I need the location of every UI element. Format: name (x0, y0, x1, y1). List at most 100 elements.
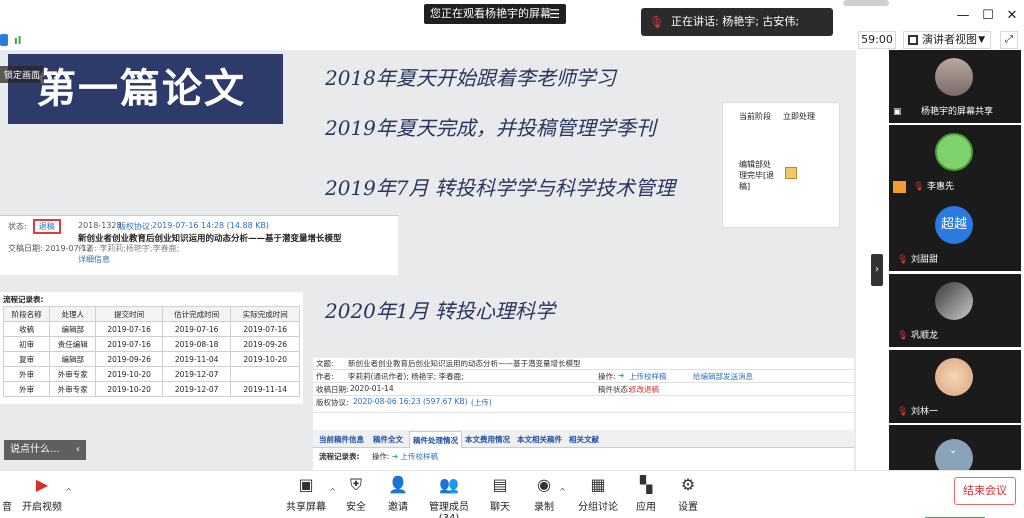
shared-screen[interactable]: 第一篇论文 锁定画面 2018年夏天开始跟着李老师学习 2019年夏天完成，并投… (0, 50, 856, 470)
headline-4: 2020年1月 转投心理科学 (325, 299, 555, 323)
participant-tile[interactable]: 超越 🎙 刘甜甜 (889, 198, 1021, 271)
avatar (935, 58, 973, 96)
apps-button[interactable]: ▚ 应用 (634, 475, 658, 513)
accept-label: 版权协议: (118, 222, 153, 231)
menu-icon[interactable]: ☰ (549, 4, 560, 24)
share-banner[interactable]: 您正在观看杨艳宇的屏幕 ☰ (424, 4, 566, 24)
ops-label: 操作: (598, 372, 616, 381)
mic-muted-icon: 🎙 (649, 15, 665, 29)
record-button[interactable]: ◉ 录制 ^ (532, 475, 566, 513)
settings-button[interactable]: ⚙ 设置 (676, 475, 700, 513)
avatar: 超越 (935, 206, 973, 244)
share-screen-icon: ▣ (298, 475, 314, 494)
chat-button[interactable]: ▤ 聊天 (488, 475, 512, 513)
contact-link: 给编辑部发送消息 (693, 372, 753, 381)
tab-current-info: 当前稿件信息 (319, 435, 364, 444)
table-cell: 2019-07-16 (95, 336, 163, 352)
chevron-down-icon[interactable]: ⌄ (949, 445, 957, 456)
video-label: 开启视频 (22, 502, 62, 513)
close-button[interactable]: ✕ (1001, 6, 1023, 26)
shield-icon: ⛨ (349, 475, 362, 494)
tab-processing: 稿件处理情况 (409, 431, 462, 448)
say-something-placeholder: 说点什么... (10, 444, 60, 455)
participant-name: 杨艳宇的屏幕共享 (921, 107, 994, 117)
minimize-button[interactable]: — (952, 6, 974, 26)
participants-label: 管理成员(34) (429, 502, 469, 518)
participant-tile[interactable]: 🎙 巩顺龙 (889, 274, 1021, 347)
participant-tile[interactable]: ▣ 杨艳宇的屏幕共享 (889, 50, 1021, 123)
table-cell (230, 366, 300, 382)
share-screen-button[interactable]: ▣ 共享屏幕 ^ (286, 475, 336, 513)
gear-icon: ⚙ (680, 475, 696, 494)
detail-link: 详细信息 (78, 255, 110, 264)
participant-name: 李惠先 (927, 182, 955, 192)
received-label: 收稿日期: (316, 385, 349, 394)
table-cell: 2019-09-26 (230, 336, 300, 352)
manuscript-tabs: 当前稿件信息 稿件全文 稿件处理情况 本文费用情况 本文相关稿件 相关文献 (313, 430, 854, 448)
security-button[interactable]: ⛨ 安全 (344, 475, 368, 513)
say-something-input[interactable]: 说点什么... ‹ (4, 440, 86, 460)
signal-icon[interactable]: ıl (14, 34, 22, 47)
chevron-left-icon[interactable]: ‹ (76, 440, 80, 460)
fullscreen-button[interactable]: ⤢ (1000, 31, 1018, 49)
participant-tile[interactable]: 🎙 刘林一 (889, 350, 1021, 423)
breakout-button[interactable]: ▦ 分组讨论 (578, 475, 618, 513)
record-label: 录制 (534, 502, 554, 513)
chevron-up-icon[interactable]: ^ (559, 487, 566, 496)
breakout-icon: ▦ (590, 475, 606, 494)
status-value: 退稿 (32, 219, 61, 234)
accept-value: 2019-07-16 14:28 (14.88 KB) (152, 221, 270, 230)
participant-tile[interactable]: 🎙 李惠先 (889, 125, 1021, 198)
audio-button[interactable]: 音 (0, 475, 14, 513)
participant-name: 巩顺龙 (911, 331, 939, 341)
topic-value: 新创业者创业教育后创业知识运用的动态分析——基于潜变量增长模型 (348, 359, 581, 368)
zoom-info-icon[interactable] (0, 34, 8, 46)
manu-flow-upload: 上传校样稿 (400, 452, 439, 461)
paper-status: 状态: 退稿 (8, 219, 61, 234)
flow-table: 阶段名称 处理人 提交时间 估计完成时间 实际完成时间 收稿 编辑部 2019-… (2, 306, 300, 397)
upload-arrow-icon: ➔ (391, 452, 399, 461)
collapse-gallery-button[interactable]: › (871, 254, 883, 286)
chevron-up-icon[interactable]: ^ (329, 487, 336, 496)
copyright-label: 版权协议: (316, 398, 349, 407)
participants-button[interactable]: 👥 管理成员(34) (422, 475, 476, 518)
table-row: 外审 外审专家 2019-10-20 2019-12-07 (2, 366, 300, 382)
video-button[interactable]: ▶ 开启视频 ^ (22, 475, 72, 513)
avatar (935, 282, 973, 320)
paper-summary: 状态: 退稿 2018-1328 版权协议: 2019-07-16 14:28 (… (0, 215, 398, 275)
table-row: 外审 外审专家 2019-10-20 2019-12-07 2019-11-14 (2, 381, 300, 397)
view-selector[interactable]: 演讲者视图 ▼ (903, 31, 991, 49)
user-badge-icon (893, 181, 906, 193)
manu-flow-caption: 流程记录表: (319, 452, 360, 461)
meeting-toolbar: 音 ▶ 开启视频 ^ ▣ 共享屏幕 ^ ⛨ 安全 👤 邀请 👥 管理成员(34)… (0, 470, 1024, 518)
chat-label: 聊天 (490, 502, 510, 513)
maximize-button[interactable]: ☐ (977, 6, 999, 26)
upload-link: 上传校样稿 (629, 372, 667, 381)
flow-header: 处理人 (49, 306, 97, 322)
table-row: 初审 责任编辑 2019-07-16 2019-08-18 2019-09-26 (2, 336, 300, 352)
tab-fulltext: 稿件全文 (373, 435, 403, 444)
invite-button[interactable]: 👤 邀请 (386, 475, 410, 513)
paper-id: 2018-1328 (78, 221, 122, 230)
table-cell: 2019-11-14 (230, 381, 300, 397)
lock-view-label[interactable]: 锁定画面 (0, 66, 45, 83)
manuscript-panel: 文题: 新创业者创业教育后创业知识运用的动态分析——基于潜变量增长模型 作者: … (313, 358, 854, 470)
table-cell: 2019-12-07 (161, 366, 232, 382)
manu-row-topic: 文题: 新创业者创业教育后创业知识运用的动态分析——基于潜变量增长模型 (313, 358, 854, 370)
table-cell: 编辑部 (49, 321, 97, 337)
tab-fees: 本文费用情况 (465, 435, 510, 444)
audio-icon (0, 475, 14, 495)
manu-flow-ops: 操作: (371, 452, 390, 461)
grid-view-icon (908, 35, 918, 45)
table-cell: 编辑部 (49, 351, 97, 367)
flow-record: 流程记录表: 阶段名称 处理人 提交时间 估计完成时间 实际完成时间 收稿 编辑… (0, 292, 303, 404)
invite-label: 邀请 (388, 502, 408, 513)
table-cell: 责任编辑 (49, 336, 97, 352)
participant-tile[interactable]: ⌄ (889, 425, 1021, 477)
table-cell: 2019-07-16 (161, 321, 232, 337)
flow-header: 实际完成时间 (230, 306, 300, 322)
chevron-up-icon[interactable]: ^ (65, 487, 72, 496)
video-off-icon: ▶ (35, 475, 49, 494)
mic-muted-icon: 🎙 (897, 331, 909, 341)
end-meeting-button[interactable]: 结束会议 (954, 477, 1016, 505)
